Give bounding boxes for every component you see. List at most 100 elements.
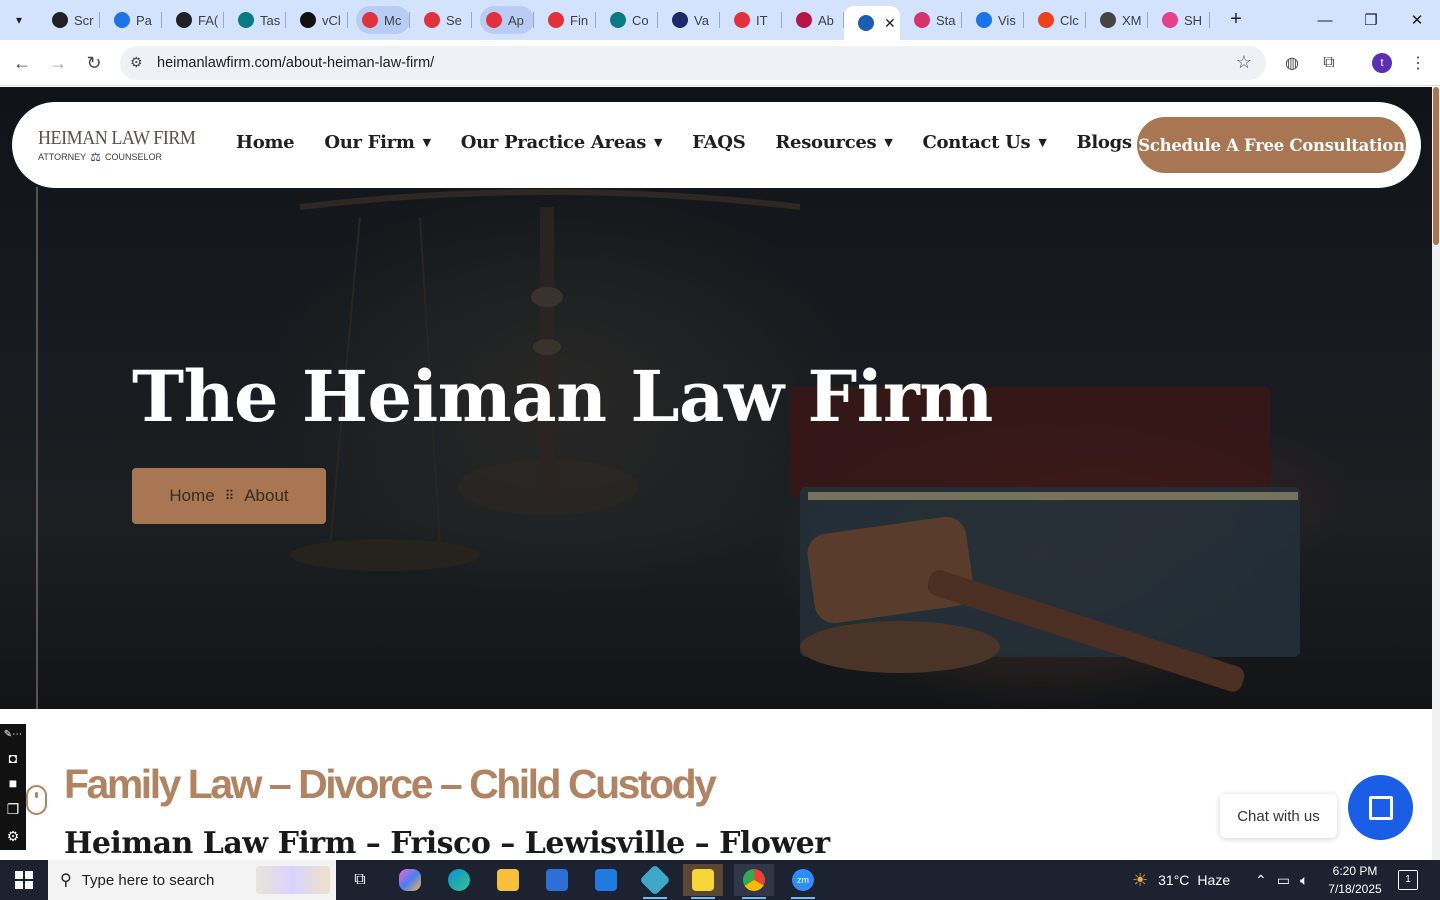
breadcrumb-home-link[interactable]: Home <box>169 486 214 506</box>
tab[interactable]: Ab <box>782 0 844 40</box>
chrome-app[interactable] <box>734 864 774 899</box>
chat-icon <box>1368 795 1393 820</box>
nav-item-faqs[interactable]: FAQS <box>692 132 745 153</box>
tab[interactable]: Sta <box>900 0 962 40</box>
vpn-app[interactable] <box>635 864 675 899</box>
bookmark-star-icon[interactable]: ☆ <box>1236 52 1252 73</box>
reload-button[interactable]: ↻ <box>80 49 108 77</box>
hero-background: HEIMAN LAW FIRM ATTORNEY ⚖ COUNSELOR Hom… <box>0 87 1432 752</box>
back-button[interactable]: ← <box>8 49 36 77</box>
tab[interactable]: IT <box>720 0 782 40</box>
logo-tagline-left: ATTORNEY <box>38 152 87 162</box>
chat-launcher-button[interactable] <box>1348 775 1413 840</box>
tab-content: Fin <box>542 6 596 34</box>
tab-title: Pa <box>136 12 152 28</box>
scrollbar-thumb[interactable] <box>1433 87 1439 245</box>
address-bar[interactable]: ⚙ heimanlawfirm.com/about-heiman-law-fir… <box>120 46 1266 80</box>
zoom-app[interactable]: zm <box>783 864 823 899</box>
sticky-notes-app[interactable] <box>683 864 723 899</box>
video-icon[interactable]: ■ <box>9 775 17 791</box>
pen-icon[interactable]: ✎⋯ <box>4 729 22 740</box>
pen-icon <box>914 12 930 28</box>
schedule-consultation-button[interactable]: Schedule A Free Consultation <box>1137 117 1406 173</box>
nav-item-home[interactable]: Home <box>236 132 295 153</box>
tab-close-icon[interactable]: ✕ <box>884 15 896 32</box>
nav-item-contact-us[interactable]: Contact Us ▼ <box>923 132 1047 153</box>
caret-down-icon: ▼ <box>884 136 893 149</box>
taskbar-search[interactable]: ⚲ Type here to search <box>48 860 336 900</box>
tab[interactable]: vCl <box>286 0 348 40</box>
breadcrumb-current: About <box>244 486 289 505</box>
tab-title: Va <box>694 12 709 28</box>
restore-button[interactable]: ❐ <box>1348 0 1394 40</box>
file-explorer-app[interactable] <box>488 864 528 896</box>
tab[interactable]: Va <box>658 0 720 40</box>
tab[interactable]: Clc <box>1024 0 1086 40</box>
tab-content: Ap <box>480 6 534 34</box>
clock[interactable]: 6:20 PM 7/18/2025 <box>1320 862 1390 898</box>
tab[interactable]: XM <box>1086 0 1148 40</box>
tab[interactable]: Se <box>410 0 472 40</box>
scales-icon: ⚖ <box>90 150 101 164</box>
tab[interactable]: Vis <box>962 0 1024 40</box>
copy-icon[interactable]: ❐ <box>7 801 20 818</box>
tab-title: XM <box>1122 12 1142 28</box>
translate-icon[interactable]: ◍ <box>1281 52 1303 74</box>
nav-item-resources[interactable]: Resources ▼ <box>775 132 892 153</box>
tab-search-chevron-icon[interactable]: ▾ <box>6 8 32 32</box>
weather-widget[interactable]: ☀ 31°C Haze <box>1132 860 1230 900</box>
volume-icon[interactable]: 🔈︎ <box>1300 872 1308 889</box>
minimize-button[interactable]: — <box>1302 0 1348 40</box>
site-logo[interactable]: HEIMAN LAW FIRM ATTORNEY ⚖ COUNSELOR <box>38 128 196 164</box>
system-tray: ⌃ ▭ 🔈︎ <box>1255 860 1308 900</box>
edge-app[interactable] <box>439 864 479 896</box>
chevron-up-icon[interactable]: ⌃ <box>1255 872 1267 889</box>
nav-item-our-practice-areas[interactable]: Our Practice Areas ▼ <box>461 132 663 153</box>
start-button[interactable] <box>0 860 48 900</box>
camera-icon[interactable]: ◘ <box>9 750 17 766</box>
task-view-button[interactable]: ⧉ <box>340 864 380 896</box>
nav-item-our-firm[interactable]: Our Firm ▼ <box>324 132 431 153</box>
page-scrollbar[interactable] <box>1432 87 1440 860</box>
menu-dots-icon[interactable]: ⋮ <box>1407 52 1429 74</box>
tab[interactable]: Mc <box>348 0 410 40</box>
clock-time: 6:20 PM <box>1332 864 1378 878</box>
extensions-icon[interactable]: ⧉ <box>1318 52 1340 74</box>
tab[interactable]: Co <box>596 0 658 40</box>
store-app[interactable] <box>537 864 577 896</box>
tab-title: Co <box>632 12 649 28</box>
tab-title: Scr <box>74 12 94 28</box>
network-icon[interactable]: ▭ <box>1277 872 1290 889</box>
section-kicker: Family Law – Divorce – Child Custody <box>64 761 717 807</box>
web-page: HEIMAN LAW FIRM ATTORNEY ⚖ COUNSELOR Hom… <box>0 87 1432 860</box>
tab[interactable]: FA( <box>162 0 224 40</box>
tab-content: SH <box>1156 6 1210 34</box>
tab[interactable]: Scr <box>38 0 100 40</box>
tab-title: Sta <box>936 12 956 28</box>
tab-active[interactable]: ✕ <box>844 6 900 40</box>
tab[interactable]: SH <box>1148 0 1210 40</box>
mail-app[interactable] <box>586 864 626 896</box>
forward-button[interactable]: → <box>44 49 72 77</box>
logo-tagline-right: COUNSELOR <box>104 152 162 162</box>
site-info-icon[interactable]: ⚙ <box>130 54 143 71</box>
x-icon <box>672 12 688 28</box>
nav-item-blogs[interactable]: Blogs <box>1076 132 1132 153</box>
copilot-app[interactable] <box>390 864 430 896</box>
tab[interactable]: Ap <box>472 0 534 40</box>
tab-content: FA( <box>170 6 224 34</box>
tab[interactable]: Tas <box>224 0 286 40</box>
tab[interactable]: Fin <box>534 0 596 40</box>
new-tab-button[interactable]: + <box>1225 8 1247 32</box>
url-text[interactable]: heimanlawfirm.com/about-heiman-law-firm/ <box>157 55 434 71</box>
tab[interactable]: Pa <box>100 0 162 40</box>
settings-gear-icon[interactable]: ⚙ <box>7 828 20 845</box>
notification-center-icon[interactable]: 1 <box>1398 870 1418 890</box>
caret-down-icon: ▼ <box>654 136 663 149</box>
tab-content: Co <box>604 6 658 34</box>
v-icon <box>300 12 316 28</box>
chat-prompt[interactable]: Chat with us <box>1220 794 1337 838</box>
close-window-button[interactable]: ✕ <box>1394 0 1440 40</box>
profile-avatar[interactable]: t <box>1372 53 1392 73</box>
tab-title: Vis <box>998 12 1016 28</box>
